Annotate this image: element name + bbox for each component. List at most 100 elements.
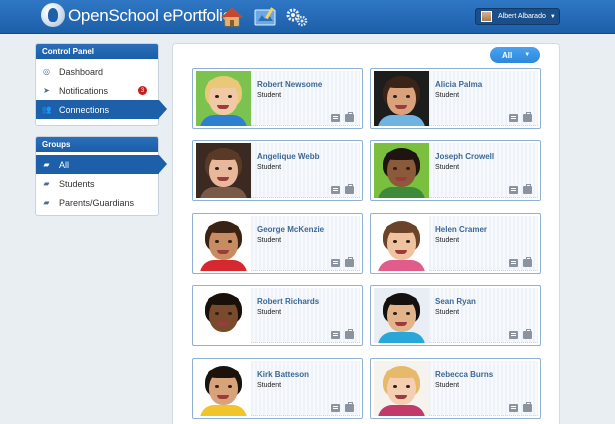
group-item-label: All — [59, 159, 70, 170]
student-photo[interactable] — [374, 143, 429, 198]
sidebar-item-label: Connections — [59, 104, 110, 115]
student-photo[interactable] — [374, 71, 429, 126]
connection-card[interactable]: Robert Richards Student — [192, 285, 363, 346]
connection-name[interactable]: George McKenzie — [257, 225, 324, 234]
sidebar-item-label: Dashboard — [59, 66, 104, 77]
control-panel-title: Control Panel — [36, 44, 158, 59]
connection-role: Student — [257, 382, 282, 389]
connection-name[interactable]: Alicia Palma — [435, 80, 482, 89]
briefcase-icon[interactable] — [345, 329, 354, 339]
briefcase-icon[interactable] — [523, 402, 532, 412]
connection-card[interactable]: Sean Ryan Student — [370, 285, 541, 346]
top-header-bar: OpenSchool ePortfolio Albert Albarado ▼ — [0, 0, 615, 34]
app-title[interactable]: OpenSchool ePortfolio — [68, 6, 232, 26]
student-photo[interactable] — [374, 288, 429, 343]
portfolio-book-icon[interactable] — [331, 186, 340, 194]
portfolio-book-icon[interactable] — [331, 331, 340, 339]
group-item-all[interactable]: ▰ All — [36, 155, 167, 174]
connection-name[interactable]: Robert Newsome — [257, 80, 322, 89]
connections-main-panel: All ▼ Robert Newsome Student Alicia Palma S… — [172, 43, 560, 424]
connection-card[interactable]: George McKenzie Student — [192, 213, 363, 274]
portfolio-book-icon[interactable] — [509, 404, 518, 412]
briefcase-icon[interactable] — [523, 112, 532, 122]
sidebar-item-dashboard[interactable]: ◎ Dashboard — [36, 62, 158, 81]
connection-info: Joseph Crowell Student — [429, 143, 538, 198]
connection-role: Student — [435, 382, 460, 389]
connection-info: Helen Cramer Student — [429, 216, 538, 271]
connection-name[interactable]: Helen Cramer — [435, 225, 487, 234]
group-item-students[interactable]: ▰ Students — [36, 174, 158, 193]
connection-name[interactable]: Sean Ryan — [435, 297, 476, 306]
connection-card[interactable]: Robert Newsome Student — [192, 68, 363, 129]
user-name: Albert Albarado — [498, 13, 546, 20]
connection-name[interactable]: Joseph Crowell — [435, 152, 494, 161]
chevron-down-icon: ▼ — [549, 13, 556, 20]
student-photo[interactable] — [196, 71, 251, 126]
groups-title: Groups — [36, 137, 158, 152]
settings-gears-icon[interactable] — [285, 6, 309, 28]
connection-card[interactable]: Kirk Batteson Student — [192, 358, 363, 419]
connection-card[interactable]: Helen Cramer Student — [370, 213, 541, 274]
connection-info: Alicia Palma Student — [429, 71, 538, 126]
home-icon[interactable] — [221, 6, 243, 28]
connection-name[interactable]: Rebecca Burns — [435, 370, 493, 379]
connection-name[interactable]: Kirk Batteson — [257, 370, 309, 379]
dashboard-icon: ◎ — [43, 67, 50, 76]
openschool-logo-icon[interactable] — [41, 3, 65, 27]
control-panel: Control Panel ◎ Dashboard ➤ Notification… — [35, 43, 167, 126]
connection-card[interactable]: Rebecca Burns Student — [370, 358, 541, 419]
connection-role: Student — [257, 164, 282, 171]
briefcase-icon[interactable] — [345, 257, 354, 267]
portfolio-book-icon[interactable] — [331, 114, 340, 122]
connection-info: Angelique Webb Student — [251, 143, 360, 198]
sidebar-item-label: Notifications — [59, 85, 109, 96]
user-avatar — [481, 11, 492, 22]
connection-info: Robert Richards Student — [251, 288, 360, 343]
portfolio-book-icon[interactable] — [509, 114, 518, 122]
student-photo[interactable] — [374, 216, 429, 271]
group-filter-dropdown[interactable]: All ▼ — [490, 47, 540, 63]
portfolio-book-icon[interactable] — [509, 186, 518, 194]
student-photo[interactable] — [196, 143, 251, 198]
connection-role: Student — [435, 237, 460, 244]
portfolio-book-icon[interactable] — [331, 404, 340, 412]
briefcase-icon[interactable] — [345, 402, 354, 412]
users-icon: 👥 — [41, 105, 52, 114]
folder-icon: ▰ — [43, 160, 50, 169]
connection-role: Student — [257, 237, 282, 244]
user-menu-button[interactable]: Albert Albarado ▼ — [475, 8, 560, 25]
connection-name[interactable]: Robert Richards — [257, 297, 319, 306]
briefcase-icon[interactable] — [523, 329, 532, 339]
briefcase-icon[interactable] — [523, 184, 532, 194]
portfolio-book-icon[interactable] — [331, 259, 340, 267]
groups-panel: Groups ▰ All ▰ Students ▰ Parents/Guardi… — [35, 136, 167, 216]
sidebar-item-notifications[interactable]: ➤ Notifications 3 — [36, 81, 158, 100]
briefcase-icon[interactable] — [345, 112, 354, 122]
portfolio-book-icon[interactable] — [509, 331, 518, 339]
briefcase-icon[interactable] — [345, 184, 354, 194]
sidebar-item-connections[interactable]: 👥 Connections — [36, 100, 167, 119]
portfolio-icon[interactable] — [253, 6, 277, 28]
group-item-parents-guardians[interactable]: ▰ Parents/Guardians — [36, 193, 158, 212]
connection-card[interactable]: Alicia Palma Student — [370, 68, 541, 129]
student-photo[interactable] — [196, 288, 251, 343]
portfolio-book-icon[interactable] — [509, 259, 518, 267]
connection-info: Rebecca Burns Student — [429, 361, 538, 416]
connection-info: Kirk Batteson Student — [251, 361, 360, 416]
connection-card[interactable]: Angelique Webb Student — [192, 140, 363, 201]
student-photo[interactable] — [196, 361, 251, 416]
group-item-label: Students — [59, 178, 95, 189]
connection-role: Student — [435, 309, 460, 316]
student-photo[interactable] — [374, 361, 429, 416]
folder-icon: ▰ — [43, 179, 50, 188]
connection-role: Student — [435, 164, 460, 171]
cursor-icon: ➤ — [43, 86, 50, 95]
group-item-label: Parents/Guardians — [59, 197, 135, 208]
student-photo[interactable] — [196, 216, 251, 271]
briefcase-icon[interactable] — [523, 257, 532, 267]
connection-card[interactable]: Joseph Crowell Student — [370, 140, 541, 201]
chevron-down-icon: ▼ — [524, 52, 531, 58]
connection-name[interactable]: Angelique Webb — [257, 152, 320, 161]
connection-role: Student — [435, 92, 460, 99]
connection-info: Robert Newsome Student — [251, 71, 360, 126]
